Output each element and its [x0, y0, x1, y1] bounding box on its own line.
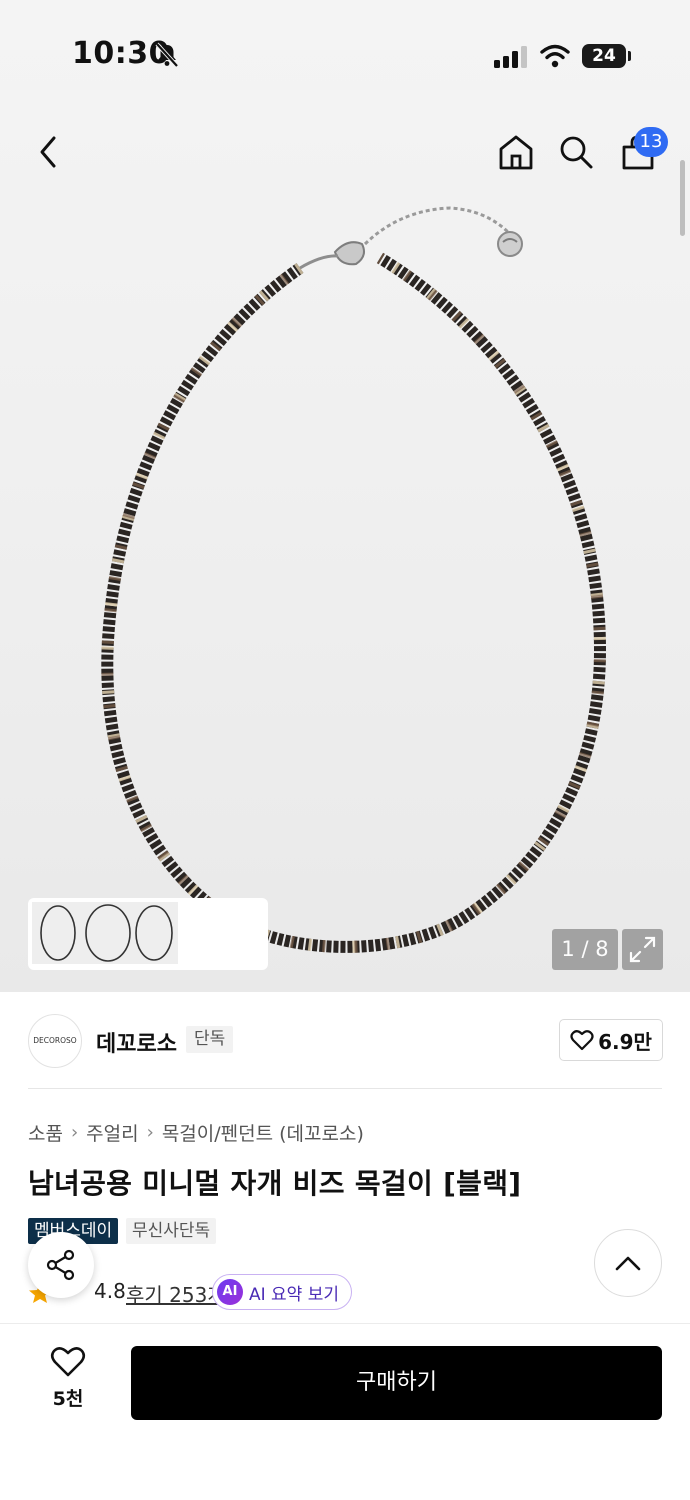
brand-logo[interactable]: DECOROSO	[28, 1014, 82, 1068]
reviews-link[interactable]: 후기 253개	[126, 1279, 226, 1308]
wishlist-button[interactable]: 5천	[30, 1346, 106, 1422]
home-icon	[499, 135, 533, 170]
breadcrumb: 소품 › 주얼리 › 목걸이/펜던트 (데꼬로소)	[28, 1119, 364, 1146]
thumbnail-image[interactable]	[32, 902, 178, 964]
share-button[interactable]	[28, 1232, 94, 1298]
rating-row: 4.8 후기 253개 AI AI 요약 보기	[28, 1274, 628, 1310]
brand-row: DECOROSO 데꼬로소 단독 6.9만	[0, 1012, 690, 1072]
cellular-signal-icon	[494, 46, 527, 68]
chevron-left-icon	[40, 136, 56, 168]
heart-icon	[50, 1347, 86, 1377]
battery-indicator: 24	[582, 44, 626, 68]
brand-name[interactable]: 데꼬로소	[96, 1026, 177, 1058]
ai-icon: AI	[217, 1279, 243, 1305]
exclusive-badge: 단독	[186, 1026, 234, 1053]
wifi-icon	[540, 44, 570, 68]
buy-button[interactable]: 구매하기	[131, 1346, 662, 1420]
wishlist-count: 5천	[52, 1388, 84, 1410]
expand-button[interactable]	[622, 929, 663, 970]
heart-icon	[570, 1030, 594, 1051]
chevron-right-icon: ›	[70, 1122, 79, 1143]
share-icon	[46, 1249, 75, 1281]
brand-like-count: 6.9만	[598, 1029, 652, 1054]
thumbnail-strip[interactable]	[28, 898, 268, 970]
back-button[interactable]	[26, 128, 70, 176]
search-icon	[560, 136, 593, 169]
ai-summary-button[interactable]: AI AI 요약 보기	[212, 1274, 353, 1310]
chevron-up-icon	[615, 1256, 641, 1271]
section-divider	[28, 1088, 662, 1089]
status-bar: 10:30 24	[0, 0, 690, 110]
bottom-bar-divider	[0, 1323, 690, 1324]
ai-summary-label: AI 요약 보기	[249, 1284, 340, 1305]
home-button[interactable]	[494, 128, 538, 176]
bell-muted-icon	[155, 42, 179, 68]
battery-nub	[628, 51, 631, 61]
breadcrumb-item[interactable]: 소품	[28, 1119, 63, 1146]
expand-icon	[629, 936, 656, 963]
search-button[interactable]	[554, 128, 598, 176]
rating-value: 4.8	[94, 1279, 126, 1303]
cart-count-badge: 13	[634, 127, 668, 157]
scroll-to-top-button[interactable]	[594, 1229, 662, 1297]
breadcrumb-item[interactable]: 목걸이/펜던트 (데꼬로소)	[162, 1119, 364, 1146]
image-page-indicator: 1 / 8	[552, 929, 618, 970]
brand-like-button[interactable]: 6.9만	[559, 1019, 663, 1061]
tag-exclusive: 무신사단독	[126, 1218, 217, 1244]
product-image[interactable]	[0, 190, 690, 980]
chevron-right-icon: ›	[146, 1122, 154, 1143]
product-title: 남녀공용 미니멀 자개 비즈 목걸이 [블랙]	[28, 1167, 522, 1200]
breadcrumb-item[interactable]: 주얼리	[86, 1119, 138, 1146]
